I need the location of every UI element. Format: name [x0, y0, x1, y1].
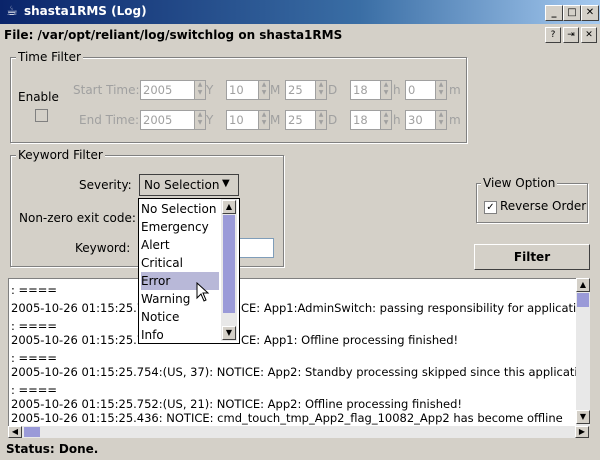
end-day-spinner[interactable]: 25 ▲ ▼ — [285, 110, 327, 130]
severity-option-notice[interactable]: Notice — [141, 308, 219, 326]
exit-code-label: Non-zero exit code: — [19, 211, 136, 225]
scroll-up-icon[interactable]: ▲ — [576, 278, 590, 292]
end-month-spinner[interactable]: 10 ▲ ▼ — [226, 110, 270, 130]
end-hour-spinner[interactable]: 18 ▲ ▼ — [350, 110, 392, 130]
end-minute-spinner[interactable]: 30 ▲ ▼ — [405, 110, 447, 130]
help-icon[interactable]: ? — [545, 27, 561, 43]
keyword-label: Keyword: — [75, 241, 131, 255]
severity-combo[interactable]: No Selection ▼ — [139, 174, 239, 196]
end-time-label: End Time: — [79, 113, 140, 127]
severity-option-info[interactable]: Info — [141, 326, 219, 344]
log-text-area[interactable]: : ==== 2005-10-26 01:15:25.76 CE: App1:A… — [8, 278, 578, 428]
start-hour-unit: h — [393, 83, 401, 97]
start-minute-unit: m — [449, 83, 461, 97]
start-day-unit: D — [328, 83, 338, 97]
enable-checkbox[interactable] — [35, 109, 48, 122]
chevron-down-icon[interactable]: ▼ — [222, 178, 230, 189]
log-line: : ==== — [11, 383, 58, 397]
file-path-label: File: /var/opt/reliant/log/switchlog on … — [4, 28, 343, 42]
export-icon[interactable]: ⇥ — [563, 27, 579, 43]
reverse-order-label: Reverse Order — [500, 199, 587, 213]
log-line: : ==== — [11, 283, 58, 297]
mouse-cursor-icon — [196, 282, 210, 302]
time-filter-group — [10, 57, 467, 143]
severity-dropdown-list[interactable]: No Selection Emergency Alert Critical Er… — [138, 198, 240, 344]
severity-option-critical[interactable]: Critical — [141, 254, 219, 272]
start-minute-spinner[interactable]: 0 ▲ ▼ — [405, 80, 447, 100]
log-line: CE: App1:AdminSwitch: passing responsibi… — [241, 301, 578, 315]
maximize-icon[interactable]: □ — [563, 5, 581, 21]
severity-option-no-selection[interactable]: No Selection — [141, 200, 219, 218]
start-year-unit: Y — [206, 83, 214, 97]
close-icon[interactable]: ✕ — [581, 5, 599, 21]
status-text: Status: Done. — [6, 442, 99, 456]
log-line: : ==== — [11, 319, 58, 333]
start-year-spinner[interactable]: 2005 ▲ ▼ — [140, 80, 206, 100]
window-title: shasta1RMS (Log) — [24, 4, 147, 18]
scroll-down-icon[interactable]: ▼ — [576, 410, 590, 424]
severity-option-alert[interactable]: Alert — [141, 236, 219, 254]
view-option-legend: View Option — [481, 176, 558, 190]
close-panel-icon[interactable]: ✕ — [581, 27, 597, 43]
filter-button[interactable]: Filter — [474, 244, 590, 270]
enable-label: Enable — [18, 90, 59, 104]
reverse-order-checkbox[interactable]: ✓ — [484, 201, 497, 214]
log-line: 2005-10-26 01:15:25.76 — [11, 301, 152, 315]
log-line: 2005-10-26 01:15:25.75 — [11, 333, 152, 347]
horizontal-scroll-thumb[interactable] — [24, 427, 40, 437]
start-month-unit: M — [270, 83, 281, 97]
end-day-unit: D — [328, 113, 338, 127]
end-minute-unit: m — [449, 113, 461, 127]
end-year-unit: Y — [206, 113, 214, 127]
vertical-scroll-thumb[interactable] — [577, 293, 589, 307]
dropdown-scroll-up-icon[interactable]: ▲ — [222, 200, 236, 214]
end-hour-unit: h — [393, 113, 401, 127]
log-line: 2005-10-26 01:15:25.436: NOTICE: cmd_tou… — [11, 411, 563, 425]
start-month-spinner[interactable]: 10 ▲ ▼ — [226, 80, 270, 100]
scroll-left-icon[interactable]: ◀ — [8, 426, 22, 438]
severity-selected-value: No Selection — [144, 178, 220, 192]
java-app-icon: ☕ — [6, 4, 18, 19]
dropdown-scrollbar[interactable]: ▲ ▼ — [221, 199, 237, 341]
minimize-icon[interactable]: _ — [545, 5, 563, 21]
dropdown-scroll-thumb[interactable] — [223, 215, 235, 313]
log-horizontal-scrollbar[interactable] — [8, 426, 576, 438]
end-month-unit: M — [270, 113, 281, 127]
dropdown-scroll-down-icon[interactable]: ▼ — [222, 326, 236, 340]
log-line: 2005-10-26 01:15:25.754:(US, 37): NOTICE… — [11, 365, 578, 379]
scroll-right-icon[interactable]: ▶ — [575, 426, 589, 438]
log-line: 2005-10-26 01:15:25.752:(US, 21): NOTICE… — [11, 397, 462, 411]
start-day-spinner[interactable]: 25 ▲ ▼ — [285, 80, 327, 100]
log-line: : ==== — [11, 351, 58, 365]
severity-label: Severity: — [79, 178, 132, 192]
end-year-spinner[interactable]: 2005 ▲ ▼ — [140, 110, 206, 130]
severity-option-emergency[interactable]: Emergency — [141, 218, 219, 236]
title-bar[interactable]: ☕ shasta1RMS (Log) _ □ ✕ — [0, 0, 600, 24]
log-line: CE: App1: Offline processing finished! — [241, 333, 459, 347]
keyword-filter-legend: Keyword Filter — [16, 148, 105, 162]
time-filter-legend: Time Filter — [16, 50, 83, 64]
start-hour-spinner[interactable]: 18 ▲ ▼ — [350, 80, 392, 100]
start-time-label: Start Time: — [73, 83, 140, 97]
